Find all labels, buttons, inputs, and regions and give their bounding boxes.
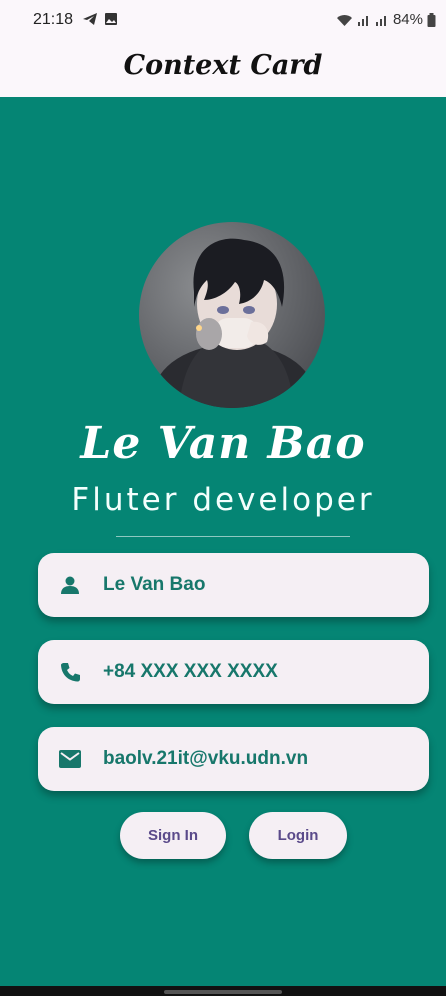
status-bar: 21:18 84% <box>0 0 446 40</box>
avatar-illustration <box>154 238 314 408</box>
phone-card[interactable]: +84 XXX XXX XXXX <box>38 640 429 704</box>
app-bar: Context Card <box>0 40 446 97</box>
gallery-icon <box>105 13 117 25</box>
battery-percent: 84% <box>392 11 423 28</box>
wifi-icon <box>336 14 352 26</box>
profile-role: Fluter developer <box>71 482 375 518</box>
email-icon <box>59 748 81 770</box>
login-button[interactable]: Login <box>249 812 347 859</box>
name-card-text: Le Van Bao <box>103 574 206 595</box>
phone-screen: 21:18 84% Context Card Le Van Bao Fluter… <box>0 0 446 996</box>
phone-icon <box>59 661 81 683</box>
person-icon <box>59 574 81 596</box>
home-indicator[interactable] <box>164 990 282 994</box>
status-time: 21:18 <box>33 11 74 28</box>
divider <box>116 536 350 537</box>
status-right-icons: 84% <box>336 11 436 28</box>
telegram-icon <box>83 13 97 25</box>
status-left-icons <box>82 12 118 26</box>
email-card[interactable]: baolv.21it@vku.udn.vn <box>38 727 429 791</box>
app-title: Context Card <box>123 50 323 81</box>
name-card[interactable]: Le Van Bao <box>38 553 429 617</box>
signal-icon-2 <box>375 15 386 26</box>
phone-card-text: +84 XXX XXX XXXX <box>103 661 278 682</box>
profile-name: Le Van Bao <box>80 418 366 469</box>
battery-icon <box>427 12 436 27</box>
signal-icon <box>357 15 368 26</box>
avatar <box>139 222 325 408</box>
sign-in-button[interactable]: Sign In <box>120 812 226 859</box>
email-card-text: baolv.21it@vku.udn.vn <box>103 748 309 769</box>
